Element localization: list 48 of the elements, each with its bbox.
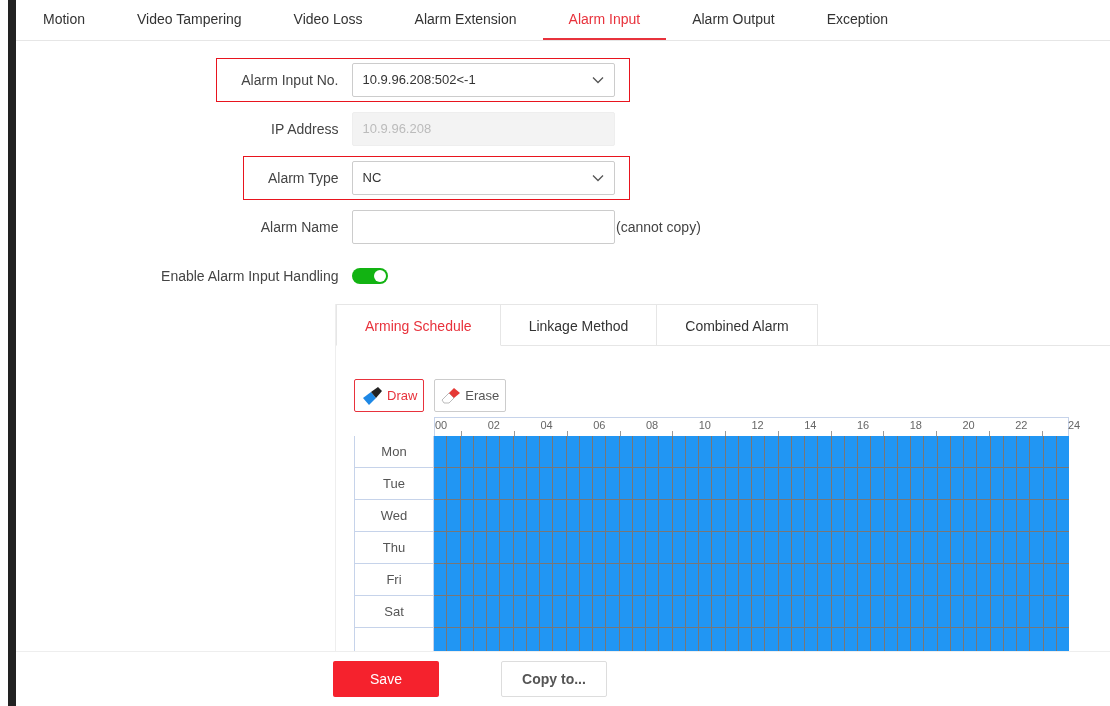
chevron-down-icon	[591, 173, 604, 182]
hour-label: 10	[698, 419, 711, 431]
hour-label: 12	[751, 419, 764, 431]
field-label: Alarm Type	[267, 169, 339, 186]
dropdown[interactable]: NC	[351, 160, 615, 195]
tab[interactable]: Arming Schedule	[336, 304, 501, 346]
schedule-row[interactable]	[434, 436, 1069, 468]
hour-label: 08	[646, 419, 659, 431]
hour-label: 14	[804, 419, 817, 431]
schedule-row[interactable]	[434, 468, 1069, 500]
tab[interactable]: Motion	[17, 0, 112, 40]
erase-button[interactable]: Erase	[434, 379, 507, 412]
schedule-row[interactable]	[434, 564, 1069, 596]
schedule-row[interactable]	[434, 596, 1069, 628]
draw-button[interactable]: Draw	[354, 379, 425, 412]
tab[interactable]: Video Tampering	[111, 0, 268, 40]
eraser-icon	[441, 386, 462, 405]
brush-icon	[361, 385, 383, 406]
tab[interactable]: Alarm Output	[666, 0, 801, 40]
hour-label: 20	[962, 419, 975, 431]
schedule-row[interactable]	[434, 500, 1069, 532]
field-label: IP Address	[271, 120, 339, 137]
hour-label: 02	[487, 419, 500, 431]
hour-label: 00	[435, 419, 448, 431]
hour-label: 18	[909, 419, 922, 431]
chevron-down-icon	[591, 75, 604, 84]
tab[interactable]: Linkage Method	[500, 304, 658, 346]
save-button[interactable]: Save	[333, 661, 439, 697]
field-label: Alarm Name	[260, 218, 339, 235]
field-label: Alarm Input No.	[241, 71, 339, 88]
toggle-switch[interactable]	[351, 267, 388, 284]
tab[interactable]: Video Loss	[267, 0, 389, 40]
hour-label: 22	[1015, 419, 1028, 431]
dropdown[interactable]: 10.9.96.208:502<-1	[351, 62, 615, 97]
schedule-row[interactable]	[434, 532, 1069, 564]
note-text: (cannot copy)	[616, 218, 701, 235]
tab[interactable]: Alarm Extension	[388, 0, 543, 40]
hour-label: 16	[857, 419, 870, 431]
schedule-row[interactable]	[434, 628, 1069, 651]
input-field[interactable]	[351, 209, 615, 244]
copy-button[interactable]: Copy to...	[501, 661, 607, 697]
field-label: Enable Alarm Input Handling	[161, 267, 339, 284]
hour-label: 24	[1068, 419, 1081, 431]
hour-label: 06	[593, 419, 606, 431]
tab[interactable]: Exception	[800, 0, 915, 40]
tab[interactable]: Combined Alarm	[657, 304, 818, 346]
tab[interactable]: Alarm Input	[542, 0, 667, 40]
hour-label: 04	[540, 419, 553, 431]
